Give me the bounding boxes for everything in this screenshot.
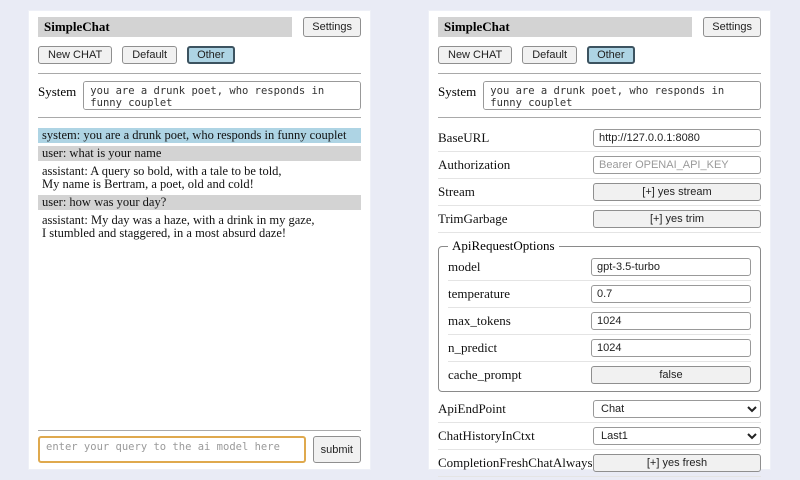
divider [438, 73, 761, 74]
titlebar-row: SimpleChat Settings [38, 17, 361, 37]
setting-row-completion-fresh-chat-always: CompletionFreshChatAlways [+] yes fresh [438, 450, 761, 477]
settings-panel: SimpleChat Settings New CHAT Default Oth… [428, 10, 771, 470]
setting-row-authorization: Authorization [438, 152, 761, 179]
setting-row-max-tokens: max_tokens [448, 308, 751, 335]
stream-label: Stream [438, 184, 475, 200]
cache-prompt-toggle-button[interactable]: false [591, 366, 751, 384]
session-button-other[interactable]: Other [587, 46, 635, 64]
temperature-label: temperature [448, 286, 510, 302]
chat-session-toolbar: New CHAT Default Other [38, 46, 361, 64]
completion-fresh-chat-always-label: CompletionFreshChatAlways [438, 455, 593, 471]
system-prompt-row: System you are a drunk poet, who respond… [38, 81, 361, 110]
setting-row-cache-prompt: cache_prompt false [448, 362, 751, 388]
chat-log: system: you are a drunk poet, who respon… [38, 128, 361, 424]
authorization-label: Authorization [438, 157, 510, 173]
session-button-other[interactable]: Other [187, 46, 235, 64]
chat-message-system: system: you are a drunk poet, who respon… [38, 128, 361, 143]
chat-message-user: user: what is your name [38, 146, 361, 161]
api-endpoint-label: ApiEndPoint [438, 401, 506, 417]
query-footer: submit [38, 424, 361, 463]
max-tokens-label: max_tokens [448, 313, 511, 329]
titlebar-row: SimpleChat Settings [438, 17, 761, 37]
authorization-input[interactable] [593, 156, 761, 174]
api-endpoint-select[interactable]: Chat [593, 400, 761, 418]
setting-row-stream: Stream [+] yes stream [438, 179, 761, 206]
completion-fresh-chat-always-toggle-button[interactable]: [+] yes fresh [593, 454, 761, 472]
query-input[interactable] [38, 436, 306, 463]
trimgarbage-toggle-button[interactable]: [+] yes trim [593, 210, 761, 228]
app-title: SimpleChat [438, 17, 692, 37]
system-prompt-row: System you are a drunk poet, who respond… [438, 81, 761, 110]
temperature-input[interactable] [591, 285, 751, 303]
setting-row-trimgarbage: TrimGarbage [+] yes trim [438, 206, 761, 233]
new-chat-button[interactable]: New CHAT [38, 46, 112, 64]
setting-row-temperature: temperature [448, 281, 751, 308]
session-button-default[interactable]: Default [122, 46, 177, 64]
query-row: submit [38, 436, 361, 463]
chat-message-assistant: assistant: A query so bold, with a tale … [38, 164, 361, 192]
system-label: System [438, 81, 476, 110]
app-title: SimpleChat [38, 17, 292, 37]
setting-row-model: model [448, 254, 751, 281]
chat-message-assistant: assistant: My day was a haze, with a dri… [38, 213, 361, 241]
chat-panel: SimpleChat Settings New CHAT Default Oth… [28, 10, 371, 470]
baseurl-input[interactable] [593, 129, 761, 147]
n-predict-input[interactable] [591, 339, 751, 357]
system-prompt-input[interactable]: you are a drunk poet, who responds in fu… [483, 81, 761, 110]
chat-message-user: user: how was your day? [38, 195, 361, 210]
submit-button[interactable]: submit [313, 436, 361, 463]
setting-row-baseurl: BaseURL [438, 125, 761, 152]
divider [38, 430, 361, 431]
setting-row-api-endpoint: ApiEndPoint Chat [438, 396, 761, 423]
trimgarbage-label: TrimGarbage [438, 211, 508, 227]
setting-row-n-predict: n_predict [448, 335, 751, 362]
setting-row-chat-history-in-ctxt: ChatHistoryInCtxt Last1 [438, 423, 761, 450]
divider [438, 117, 761, 118]
system-label: System [38, 81, 76, 110]
api-request-options-legend: ApiRequestOptions [448, 238, 559, 254]
stream-toggle-button[interactable]: [+] yes stream [593, 183, 761, 201]
divider [38, 117, 361, 118]
settings-button[interactable]: Settings [703, 17, 761, 37]
n-predict-label: n_predict [448, 340, 497, 356]
new-chat-button[interactable]: New CHAT [438, 46, 512, 64]
chat-history-in-ctxt-select[interactable]: Last1 [593, 427, 761, 445]
baseurl-label: BaseURL [438, 130, 489, 146]
max-tokens-input[interactable] [591, 312, 751, 330]
model-input[interactable] [591, 258, 751, 276]
chat-history-in-ctxt-label: ChatHistoryInCtxt [438, 428, 535, 444]
system-prompt-input[interactable]: you are a drunk poet, who responds in fu… [83, 81, 361, 110]
chat-session-toolbar: New CHAT Default Other [438, 46, 761, 64]
api-request-options-fieldset: ApiRequestOptions model temperature max_… [438, 238, 761, 392]
divider [38, 73, 361, 74]
model-label: model [448, 259, 481, 275]
settings-list: BaseURL Authorization Stream [+] yes str… [438, 125, 761, 480]
session-button-default[interactable]: Default [522, 46, 577, 64]
settings-button[interactable]: Settings [303, 17, 361, 37]
page: SimpleChat Settings New CHAT Default Oth… [0, 0, 800, 480]
cache-prompt-label: cache_prompt [448, 367, 522, 383]
